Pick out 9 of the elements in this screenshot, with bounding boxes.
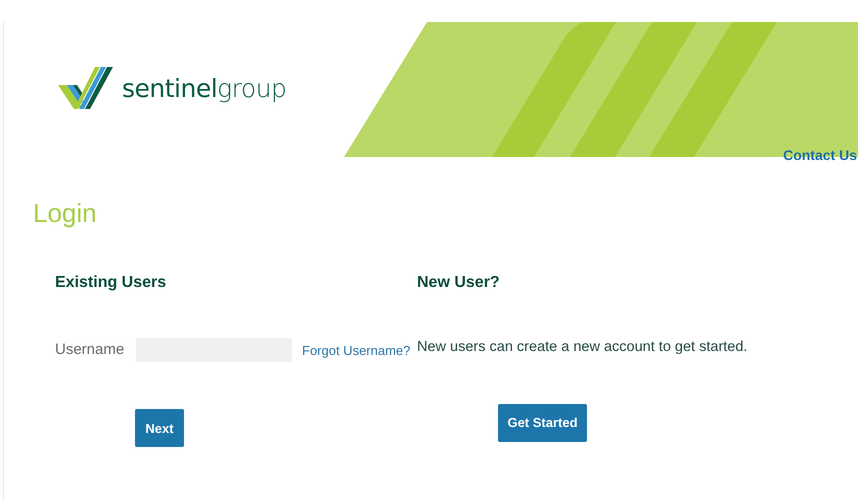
section-heading: Existing Users: [55, 273, 168, 292]
get-started-button[interactable]: Get Started: [498, 404, 587, 442]
section-heading: New User?: [417, 273, 501, 292]
page-title: Login: [33, 198, 98, 230]
username-label: Username: [55, 340, 126, 360]
forgot-username-link[interactable]: Forgot Username?: [302, 340, 410, 360]
next-button[interactable]: Next: [135, 409, 184, 448]
logo-text: sentinelgroup: [122, 73, 286, 106]
info-text: New users can create a new account to get started.: [417, 338, 748, 358]
